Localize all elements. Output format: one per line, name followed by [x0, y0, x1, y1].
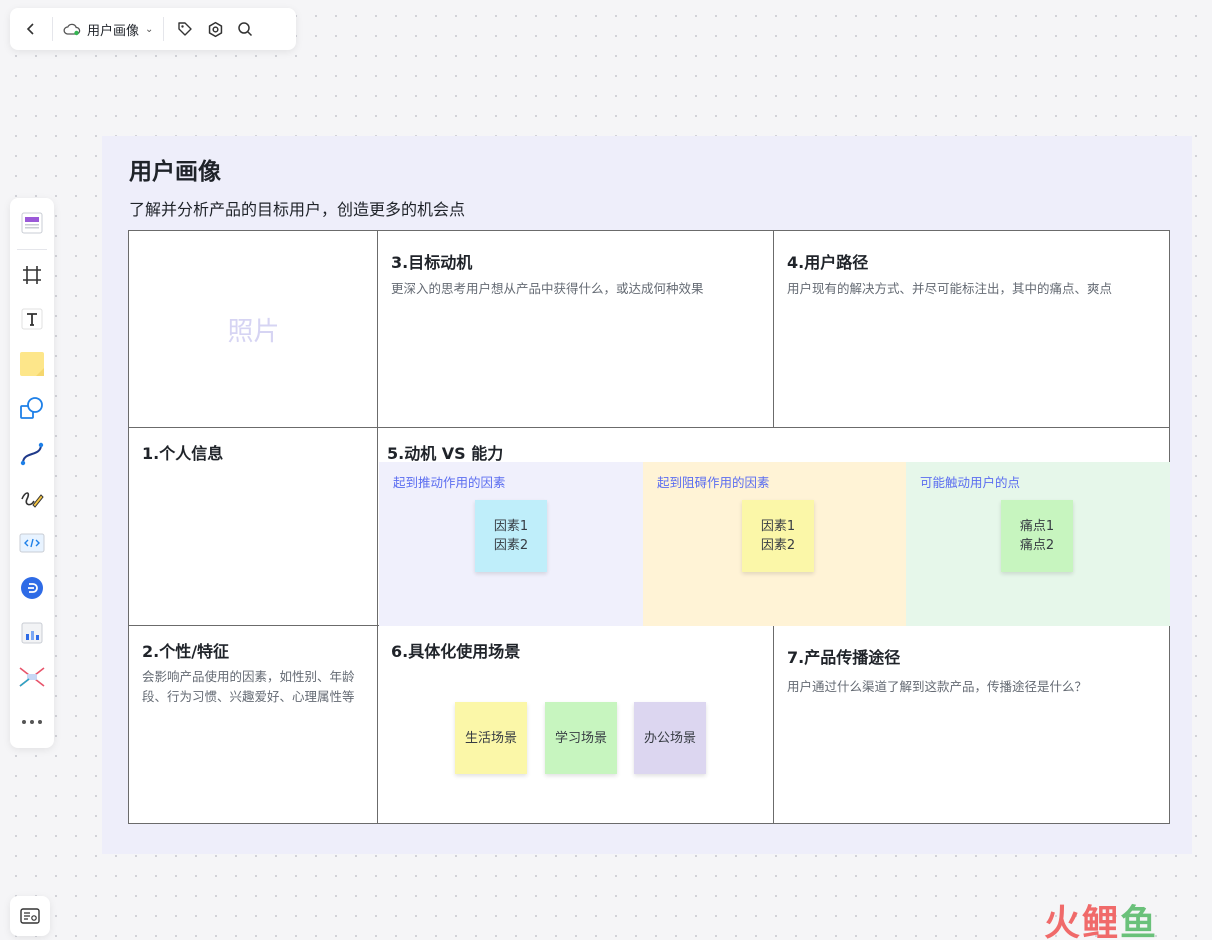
push-factors-column[interactable]: 起到推动作用的因素 因素1 因素2 — [379, 462, 643, 626]
note-line: 因素1 — [493, 519, 529, 534]
motivation-title: 3.目标动机 — [391, 253, 473, 272]
text-tool[interactable] — [15, 301, 49, 339]
note-line: 痛点2 — [1019, 538, 1055, 553]
touch-points-column[interactable]: 可能触动用户的点 痛点1 痛点2 — [906, 462, 1170, 626]
persona-grid: 照片 3.目标动机 更深入的思考用户想从产品中获得什么，或达成何种效果 4.用户… — [128, 230, 1170, 824]
whiteboard-frame[interactable]: 用户画像 了解并分析产品的目标用户，创造更多的机会点 照片 3.目标动机 更深入… — [102, 136, 1192, 854]
traits-desc: 会影响产品使用的因素，如性别、年龄段、行为习惯、兴趣爱好、心理属性等 — [142, 669, 355, 704]
more-button[interactable] — [15, 703, 49, 741]
note-line: 因素1 — [760, 519, 796, 534]
sticky-note[interactable]: 办公场景 — [634, 702, 706, 774]
board-title: 用户画像 — [129, 159, 221, 185]
sticky-note-icon — [20, 352, 44, 377]
watermark-char: 鱼 — [1120, 903, 1159, 940]
outline-icon — [20, 908, 40, 924]
personal-info-title: 1.个人信息 — [142, 444, 224, 463]
link-circle-icon — [21, 576, 43, 599]
doc-title-dropdown[interactable]: 用户画像 ⌄ — [59, 14, 157, 44]
outline-button[interactable] — [10, 896, 50, 936]
watermark-char: 鲤 — [1082, 903, 1121, 940]
chart-icon — [21, 622, 43, 644]
motivation-desc: 更深入的思考用户想从产品中获得什么，或达成何种效果 — [391, 281, 704, 296]
sticky-note[interactable]: 生活场景 — [455, 702, 527, 774]
code-icon — [19, 533, 45, 553]
sticky-note[interactable]: 因素1 因素2 — [742, 500, 814, 572]
scenes-cell[interactable]: 6.具体化使用场景 生活场景 学习场景 办公场景 — [378, 626, 774, 824]
top-toolbar: 用户画像 ⌄ — [10, 8, 296, 50]
push-factors-label: 起到推动作用的因素 — [393, 475, 506, 490]
toolbar-divider — [52, 17, 53, 41]
frame-icon — [23, 265, 41, 284]
note-line: 学习场景 — [554, 730, 607, 746]
spread-channel-title: 7.产品传播途径 — [787, 648, 901, 667]
spread-channel-desc: 用户通过什么渠道了解到这款产品，传播途径是什么？ — [787, 679, 1088, 694]
sticky-note-tool[interactable] — [15, 345, 49, 383]
personal-info-cell[interactable]: 1.个人信息 — [129, 428, 378, 626]
back-button[interactable] — [16, 14, 46, 44]
sticky-note[interactable]: 因素1 因素2 — [475, 500, 547, 572]
template-tool[interactable] — [15, 204, 49, 242]
note-line: 办公场景 — [643, 730, 696, 746]
pen-tool[interactable] — [15, 480, 49, 518]
connector-icon — [20, 442, 44, 465]
shape-tool[interactable] — [15, 390, 49, 428]
photo-placeholder: 照片 — [227, 317, 280, 347]
user-path-title: 4.用户路径 — [787, 253, 869, 272]
apps-icon — [19, 667, 45, 688]
text-icon — [21, 308, 43, 330]
chart-tool[interactable] — [15, 614, 49, 652]
more-dots-icon — [22, 720, 42, 725]
gear-icon — [208, 21, 223, 37]
watermark-char: 火 — [1044, 903, 1083, 940]
cloud-icon — [63, 23, 81, 36]
note-line: 因素2 — [760, 538, 796, 553]
user-path-cell[interactable]: 4.用户路径 用户现有的解决方式、并尽可能标注出，其中的痛点、爽点 — [774, 231, 1170, 428]
template-icon — [21, 212, 43, 234]
tool-sidebar — [10, 198, 54, 748]
note-line: 因素2 — [493, 538, 529, 553]
sidebar-divider — [17, 248, 47, 250]
frame-tool[interactable] — [15, 256, 49, 294]
note-line: 生活场景 — [464, 730, 517, 746]
shapes-icon — [20, 396, 43, 419]
connector-tool[interactable] — [15, 435, 49, 473]
tag-button[interactable] — [170, 14, 200, 44]
motivation-vs-ability-title: 5.动机 VS 能力 — [387, 444, 504, 463]
code-block-tool[interactable] — [15, 524, 49, 562]
motivation-cell[interactable]: 3.目标动机 更深入的思考用户想从产品中获得什么，或达成何种效果 — [378, 231, 774, 428]
photo-cell[interactable]: 照片 — [129, 231, 378, 428]
sticky-note[interactable]: 学习场景 — [545, 702, 617, 774]
mindmap-tool[interactable] — [15, 569, 49, 607]
doc-title: 用户画像 — [87, 23, 140, 39]
sticky-note[interactable]: 痛点1 痛点2 — [1001, 500, 1073, 572]
chevron-left-icon — [26, 23, 34, 35]
search-button[interactable] — [230, 14, 260, 44]
traits-title: 2.个性/特征 — [142, 642, 230, 661]
settings-button[interactable] — [200, 14, 230, 44]
traits-cell[interactable]: 2.个性/特征 会影响产品使用的因素，如性别、年龄段、行为习惯、兴趣爱好、心理属… — [129, 626, 378, 824]
watermark-logo: 火鲤鱼 — [1044, 894, 1158, 940]
board-subtitle: 了解并分析产品的目标用户，创造更多的机会点 — [129, 200, 466, 219]
more-apps-tool[interactable] — [15, 659, 49, 697]
user-path-desc: 用户现有的解决方式、并尽可能标注出，其中的痛点、爽点 — [787, 281, 1113, 296]
tag-icon — [178, 22, 193, 36]
scenes-title: 6.具体化使用场景 — [391, 642, 521, 661]
note-line: 痛点1 — [1019, 519, 1055, 534]
pen-icon — [21, 492, 44, 509]
touch-points-label: 可能触动用户的点 — [920, 475, 1021, 490]
search-icon — [238, 22, 253, 37]
toolbar-divider — [163, 17, 165, 41]
block-factors-label: 起到阻碍作用的因素 — [657, 475, 770, 490]
chevron-down-icon: ⌄ — [145, 23, 154, 35]
block-factors-column[interactable]: 起到阻碍作用的因素 因素1 因素2 — [643, 462, 906, 626]
spread-channel-cell[interactable]: 7.产品传播途径 用户通过什么渠道了解到这款产品，传播途径是什么？ — [774, 626, 1170, 824]
